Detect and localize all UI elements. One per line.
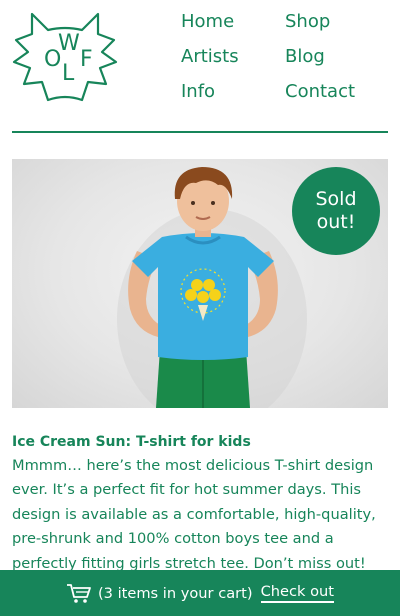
page: O W L F Home Shop Artists Blog Info Cont…: [0, 0, 400, 616]
cart-status[interactable]: (3 items in your cart): [98, 585, 253, 602]
logo-letter-f: F: [80, 47, 93, 72]
nav-home[interactable]: Home: [181, 9, 285, 35]
wolf-logo-icon: O W L F: [12, 12, 118, 102]
sold-out-badge-line1: Sold: [315, 188, 357, 210]
wolf-logo[interactable]: O W L F: [10, 10, 120, 106]
main-nav: Home Shop Artists Blog Info Contact: [181, 9, 391, 105]
product-image[interactable]: Sold out!: [12, 159, 388, 408]
cart-bar: (3 items in your cart) Check out: [0, 570, 400, 616]
checkout-link[interactable]: Check out: [260, 583, 335, 603]
logo-letter-l: L: [62, 61, 75, 86]
product-title: Ice Cream Sun: T-shirt for kids: [12, 434, 251, 450]
cart-icon[interactable]: [66, 582, 92, 604]
nav-shop[interactable]: Shop: [285, 9, 389, 35]
nav-artists[interactable]: Artists: [181, 44, 285, 70]
nav-contact[interactable]: Contact: [285, 79, 389, 105]
sold-out-badge: Sold out!: [292, 167, 380, 255]
nav-blog[interactable]: Blog: [285, 44, 389, 70]
header-divider: [12, 131, 388, 133]
nav-info[interactable]: Info: [181, 79, 285, 105]
logo-letter-w: W: [58, 31, 80, 56]
product-description: Mmmm… here’s the most delicious T-shirt …: [12, 457, 376, 572]
sold-out-badge-line2: out!: [316, 211, 356, 233]
